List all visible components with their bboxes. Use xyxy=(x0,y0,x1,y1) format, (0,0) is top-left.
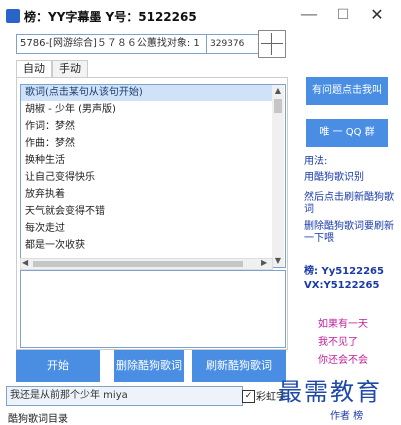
crosshair-picker-button[interactable] xyxy=(258,30,286,58)
lyric-line[interactable]: 作曲：梦然 xyxy=(25,137,75,151)
delete-kugou-lyrics-button[interactable]: 删除酷狗歌词 xyxy=(114,350,184,382)
lyric-line[interactable]: 让自己变得快乐 xyxy=(25,171,95,185)
rainbow-text-checkbox[interactable]: ✓ xyxy=(242,390,255,403)
minimize-button[interactable]: — xyxy=(292,4,326,26)
author-label: 作者 榜 xyxy=(330,411,364,422)
title-bar: 榜：YY字幕墨 Y号：5122265 — ☐ ✕ xyxy=(0,0,401,32)
contact-id: 榜: Yy5122265 xyxy=(304,266,384,277)
lyric-line[interactable]: 每次走过 xyxy=(25,222,65,236)
lyric-line[interactable]: 胡椒 - 少年 (男声版) xyxy=(25,103,116,117)
window-title: 榜：YY字幕墨 Y号：5122265 xyxy=(24,10,197,24)
maximize-button[interactable]: ☐ xyxy=(326,4,360,26)
usage-step-1: 用酷狗歌识别 xyxy=(304,172,364,183)
close-button[interactable]: ✕ xyxy=(360,4,394,26)
lyric-line[interactable]: 都是一次收获 xyxy=(25,239,85,253)
app-icon xyxy=(6,9,20,23)
refresh-kugou-lyrics-button[interactable]: 刷新酷狗歌词 xyxy=(192,350,286,382)
lyrics-vertical-scrollbar[interactable]: ▲ ▼ xyxy=(272,85,284,267)
horizontal-scroll-thumb[interactable] xyxy=(33,261,243,267)
scroll-thumb[interactable] xyxy=(274,99,282,113)
lyric-line[interactable]: 作词：梦然 xyxy=(25,120,75,134)
poem-line: 你还会不会 xyxy=(318,355,368,366)
contact-vx: VX:Y5122265 xyxy=(304,280,380,291)
current-song-field[interactable]: 我还是从前那个少年 miya xyxy=(6,386,243,406)
scroll-left-icon[interactable]: ◀ xyxy=(22,258,28,267)
lyrics-horizontal-scrollbar[interactable]: ◀ ▶ xyxy=(20,258,273,270)
lyrics-header[interactable]: 歌词(点击某句从该句开始) xyxy=(21,85,273,101)
lyric-line[interactable]: 天气就会变得不错 xyxy=(25,205,105,219)
report-problem-button[interactable]: 有问题点击我叫 xyxy=(306,77,388,105)
channel-info-field[interactable]: 5786-[网游综合]５７８６公蕙找对象: 1 xyxy=(16,34,207,54)
lyric-line[interactable]: 换种生活 xyxy=(25,154,65,168)
scroll-right-icon[interactable]: ▶ xyxy=(261,258,267,267)
usage-step-3: 删除酷狗歌词要刷新一下喂 xyxy=(304,221,394,244)
poem-line: 我不见了 xyxy=(318,337,358,348)
poem-line: 如果有一天 xyxy=(318,319,368,330)
usage-title: 用法: xyxy=(304,156,328,167)
crosshair-horizontal-icon xyxy=(261,43,283,44)
scroll-up-icon[interactable]: ▲ xyxy=(272,85,284,97)
usage-step-2: 然后点击刷新酷狗歌词 xyxy=(304,192,394,215)
start-button[interactable]: 开始 xyxy=(16,350,100,382)
lyric-text-area[interactable] xyxy=(20,270,286,348)
tab-auto[interactable]: 自动 xyxy=(16,60,52,77)
lyric-line[interactable]: 放弃执着 xyxy=(25,188,65,202)
crosshair-vertical-icon xyxy=(271,33,272,55)
scroll-down-icon[interactable]: ▼ xyxy=(272,255,284,267)
qq-group-button[interactable]: 唯 一 QQ 群 xyxy=(306,119,388,147)
lyrics-list[interactable]: 歌词(点击某句从该句开始) 胡椒 - 少年 (男声版) 作词：梦然 作曲：梦然 … xyxy=(20,84,286,268)
watermark: 最需教育 xyxy=(278,378,382,406)
lyric-directory-label: 酷狗歌词目录 xyxy=(8,414,68,425)
qq-number-field[interactable]: 329376 xyxy=(206,34,259,54)
tab-manual[interactable]: 手动 xyxy=(52,60,88,77)
